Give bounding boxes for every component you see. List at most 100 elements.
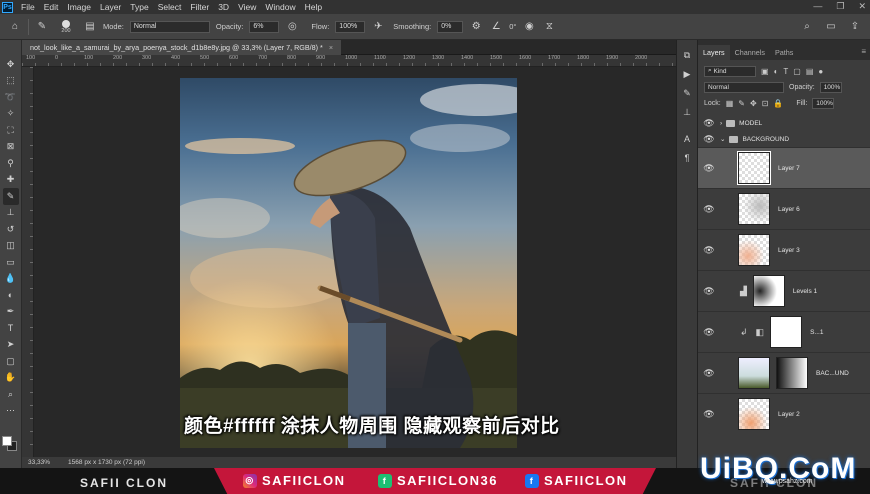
home-icon[interactable]: ⌂	[8, 20, 22, 34]
smoothing-field[interactable]: 0%	[437, 20, 464, 33]
visibility-eye-icon[interactable]: 👁	[698, 163, 720, 174]
quick-select-tool-icon[interactable]: ✧	[3, 106, 19, 123]
symmetry-icon[interactable]: ⧖	[542, 20, 556, 34]
layer-group-model[interactable]: 👁 › MODEL	[698, 115, 870, 131]
minimize-button[interactable]: —	[813, 1, 822, 12]
clone-stamp-tool-icon[interactable]: ⊥	[3, 205, 19, 222]
layer-group-background[interactable]: 👁 ⌄ BACKGROUND	[698, 131, 870, 147]
smart-object-filter-icon[interactable]: ▤	[806, 67, 814, 76]
menu-file[interactable]: File	[21, 2, 35, 12]
shape-tool-icon[interactable]: ▢	[3, 353, 19, 370]
menu-edit[interactable]: Edit	[44, 2, 59, 12]
document-canvas-image[interactable]	[180, 78, 517, 448]
vertical-ruler[interactable]	[22, 67, 34, 457]
brush-tool-icon[interactable]: ✎	[35, 20, 49, 34]
chevron-right-icon[interactable]: ›	[720, 120, 722, 127]
lasso-tool-icon[interactable]: ➰	[3, 89, 19, 106]
menu-type[interactable]: Type	[130, 2, 148, 12]
search-icon[interactable]: ⌕	[800, 20, 814, 34]
type-tool-icon[interactable]: T	[3, 320, 19, 337]
brush-panel-icon[interactable]: ✎	[680, 86, 694, 100]
adjustment-filter-icon[interactable]: ◐	[774, 67, 779, 76]
layer-row-background[interactable]: 👁 BAC...UND	[698, 352, 870, 393]
brush-preset-picker[interactable]: 200	[55, 19, 77, 34]
fill-field[interactable]: 100%	[812, 97, 835, 109]
close-window-button[interactable]: ✕	[858, 1, 866, 12]
visibility-eye-icon[interactable]: 👁	[698, 409, 720, 420]
layer-row-adjustment[interactable]: 👁 ↲ ◧ S...1	[698, 311, 870, 352]
menu-filter[interactable]: Filter	[190, 2, 209, 12]
smoothing-options-icon[interactable]: ⚙	[469, 20, 483, 34]
lock-transparency-icon[interactable]: ▦	[726, 99, 734, 108]
layer-mask-thumbnail[interactable]	[776, 357, 808, 389]
visibility-eye-icon[interactable]: 👁	[698, 118, 720, 129]
facebook-handle[interactable]: f SAFIICLON	[525, 473, 628, 488]
mode-select[interactable]: Normal	[129, 20, 210, 33]
panel-menu-icon[interactable]: ≡	[861, 47, 866, 56]
close-tab-icon[interactable]: ×	[329, 43, 333, 52]
layer-row-layer-2[interactable]: 👁 Layer 2	[698, 393, 870, 434]
visibility-eye-icon[interactable]: 👁	[698, 245, 720, 256]
lock-pixels-icon[interactable]: ✎	[738, 99, 745, 108]
clone-source-icon[interactable]: ⊥	[680, 105, 694, 119]
tab-paths[interactable]: Paths	[770, 45, 798, 60]
history-brush-tool-icon[interactable]: ↺	[3, 221, 19, 238]
visibility-eye-icon[interactable]: 👁	[698, 286, 720, 297]
pen-tool-icon[interactable]: ✒	[3, 304, 19, 321]
menu-help[interactable]: Help	[305, 2, 322, 12]
eyedropper-tool-icon[interactable]: ⚲	[3, 155, 19, 172]
menu-window[interactable]: Window	[265, 2, 295, 12]
layer-row-layer-7[interactable]: 👁 Layer 7	[698, 147, 870, 188]
visibility-eye-icon[interactable]: 👁	[698, 134, 720, 145]
lock-position-icon[interactable]: ✥	[750, 99, 757, 108]
dodge-tool-icon[interactable]: ◐	[3, 287, 19, 304]
move-tool-icon[interactable]: ✥	[3, 56, 19, 73]
canvas-area[interactable]	[34, 67, 676, 457]
tab-channels[interactable]: Channels	[730, 45, 770, 60]
menu-view[interactable]: View	[238, 2, 256, 12]
document-tab[interactable]: not_look_like_a_samurai_by_arya_poenya_s…	[22, 40, 342, 55]
paragraph-panel-icon[interactable]: ¶	[680, 151, 694, 165]
flow-field[interactable]: 100%	[335, 20, 366, 33]
eraser-tool-icon[interactable]: ◫	[3, 238, 19, 255]
layer-row-levels-1[interactable]: 👁 ▟ Levels 1	[698, 270, 870, 311]
hand-tool-icon[interactable]: ✋	[3, 370, 19, 387]
character-panel-icon[interactable]: A	[680, 132, 694, 146]
marquee-tool-icon[interactable]: ⬚	[3, 73, 19, 90]
visibility-eye-icon[interactable]: 👁	[698, 204, 720, 215]
more-tools-icon[interactable]: ⋯	[3, 403, 19, 420]
foreground-color-swatch[interactable]	[2, 436, 12, 446]
layer-mask-thumbnail[interactable]	[770, 316, 803, 348]
brush-settings-icon[interactable]: ▤	[83, 20, 97, 34]
menu-3d[interactable]: 3D	[218, 2, 229, 12]
filter-toggle-icon[interactable]: ●	[818, 67, 823, 76]
shape-filter-icon[interactable]: ▢	[793, 67, 801, 76]
fiverr-handle[interactable]: f SAFIICLON36	[378, 473, 498, 488]
brush-tool-icon[interactable]: ✎	[2, 188, 19, 205]
frame-tool-icon[interactable]: ⊠	[3, 139, 19, 156]
airbrush-icon[interactable]: ✈	[371, 20, 385, 34]
layer-row-layer-6[interactable]: 👁 Layer 6	[698, 188, 870, 229]
visibility-eye-icon[interactable]: 👁	[698, 368, 720, 379]
tab-layers[interactable]: Layers	[698, 45, 730, 60]
kind-filter-select[interactable]: ⌕ Kind	[704, 65, 756, 77]
angle-field[interactable]: 0°	[509, 22, 516, 31]
layer-opacity-field[interactable]: 100%	[819, 81, 842, 93]
menu-layer[interactable]: Layer	[100, 2, 121, 12]
instagram-handle[interactable]: ◎ SAFIICLON	[243, 473, 346, 488]
history-panel-icon[interactable]: ⧉	[680, 48, 694, 62]
actions-panel-icon[interactable]: ▶	[680, 67, 694, 81]
zoom-tool-icon[interactable]: ⌕	[3, 386, 19, 403]
path-select-tool-icon[interactable]: ➤	[3, 337, 19, 354]
chevron-down-icon[interactable]: ⌄	[720, 135, 725, 143]
menu-image[interactable]: Image	[67, 2, 91, 12]
gradient-tool-icon[interactable]: ▭	[3, 254, 19, 271]
lock-artboard-icon[interactable]: ⊡	[762, 99, 769, 108]
horizontal-ruler[interactable]: 100 0 100 200 300 400 500 600 700 800 900 1000 1100 1…	[22, 55, 676, 67]
pressure-opacity-icon[interactable]: ◎	[285, 20, 299, 34]
visibility-eye-icon[interactable]: 👁	[698, 327, 720, 338]
blur-tool-icon[interactable]: 💧	[3, 271, 19, 288]
type-filter-icon[interactable]: T	[783, 67, 788, 76]
maximize-button[interactable]: ❐	[836, 1, 844, 12]
workspace-icon[interactable]: ▭	[824, 20, 838, 34]
